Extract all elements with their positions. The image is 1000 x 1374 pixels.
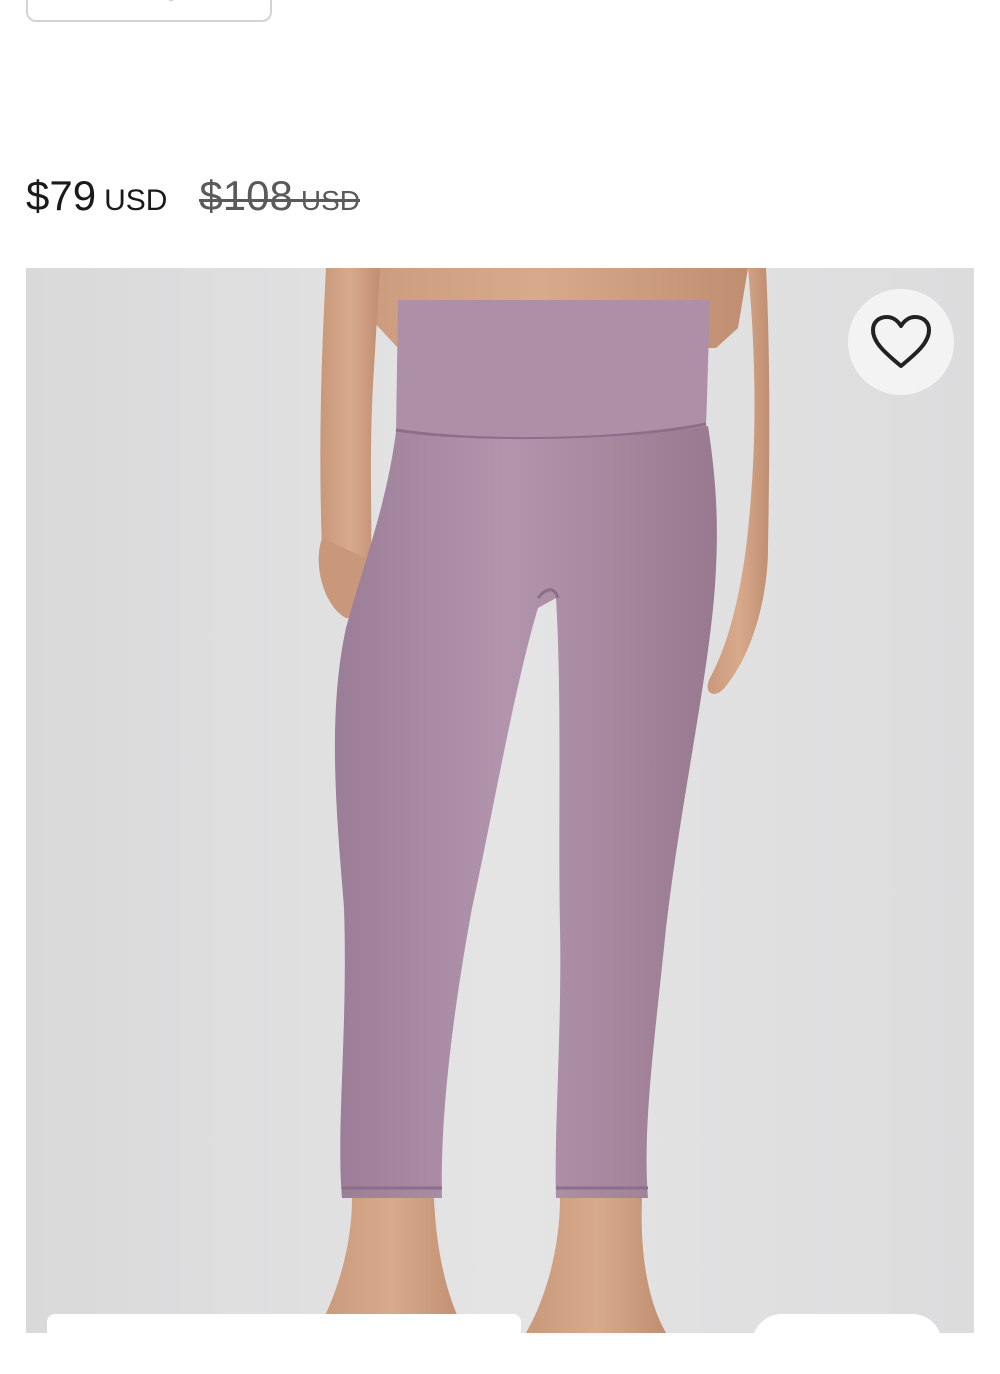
final-sale-label: FINAL SALE: [41, 0, 257, 8]
final-sale-badge: FINAL SALE: [26, 0, 272, 22]
product-image[interactable]: [26, 268, 974, 1333]
image-overlay-pill[interactable]: [752, 1314, 942, 1374]
heart-outline-icon: [871, 315, 931, 368]
image-overlay-panel[interactable]: [47, 1314, 521, 1354]
leggings-illustration: [316, 268, 770, 1333]
current-price-currency: USD: [104, 184, 168, 217]
current-price: $79: [26, 172, 97, 219]
original-price-amount: $108: [199, 172, 293, 219]
original-price-currency: USD: [300, 185, 360, 216]
original-price: $108 USD: [199, 172, 360, 220]
wishlist-button[interactable]: [848, 289, 954, 395]
price-row: $79 USD $108 USD: [26, 172, 360, 222]
